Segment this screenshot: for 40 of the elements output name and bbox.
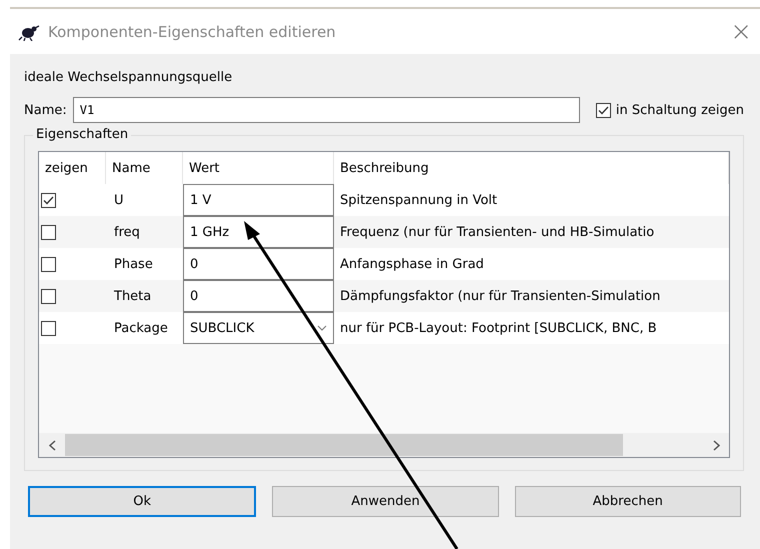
checkbox[interactable] xyxy=(41,224,56,240)
table-cell: Anfangsphase in Grad xyxy=(334,248,729,280)
name-label: Name: xyxy=(24,102,67,118)
dialog-button[interactable]: Anwenden xyxy=(272,486,499,517)
chevron-down-icon xyxy=(317,325,327,331)
window-title: Komponenten-Eigenschaften editieren xyxy=(48,22,337,40)
component-type-label: ideale Wechselspannungsquelle xyxy=(24,70,234,85)
checkbox[interactable] xyxy=(596,102,611,118)
column-header[interactable]: Beschreibung xyxy=(334,152,729,184)
close-button[interactable]: × xyxy=(730,18,752,44)
table-cell: Package xyxy=(106,312,183,344)
checkbox-label: in Schaltung zeigen xyxy=(616,102,744,118)
name-field[interactable]: V1 xyxy=(72,97,580,123)
table-cell: Dämpfungsfaktor (nur für Transienten-Simulation xyxy=(334,280,729,312)
checkbox[interactable] xyxy=(41,288,56,304)
value-field[interactable]: 1 GHz xyxy=(183,216,334,248)
value-field[interactable]: 0 xyxy=(183,248,334,280)
group-title: Eigenschaften xyxy=(33,127,132,142)
dialog-button[interactable]: Ok xyxy=(28,486,256,517)
column-header[interactable]: Name xyxy=(106,152,183,184)
chevron-right-icon[interactable] xyxy=(712,440,720,450)
column-header[interactable]: zeigen xyxy=(39,152,106,184)
checkbox[interactable] xyxy=(41,256,56,272)
checkbox[interactable] xyxy=(41,320,56,336)
table-cell: freq xyxy=(106,216,183,248)
value-dropdown[interactable]: SUBCLICK xyxy=(183,312,334,344)
table-cell: nur für PCB-Layout: Footprint [SUBCLICK, BNC, B xyxy=(334,312,729,344)
value-field[interactable]: 0 xyxy=(183,280,334,312)
column-header[interactable]: Wert xyxy=(183,152,334,184)
chevron-left-icon[interactable] xyxy=(48,440,56,450)
value-field[interactable]: 1 V xyxy=(183,184,334,216)
horizontal-scrollbar[interactable] xyxy=(39,433,729,457)
table-cell: Phase xyxy=(106,248,183,280)
bug-icon xyxy=(18,22,40,40)
table-cell: Spitzenspannung in Volt xyxy=(334,184,729,216)
table-cell: Frequenz (nur für Transienten- und HB-Simulatio xyxy=(334,216,729,248)
table-cell: Theta xyxy=(106,280,183,312)
table-cell: U xyxy=(106,184,183,216)
checkbox[interactable] xyxy=(41,192,56,208)
dialog-button[interactable]: Abbrechen xyxy=(514,486,741,517)
